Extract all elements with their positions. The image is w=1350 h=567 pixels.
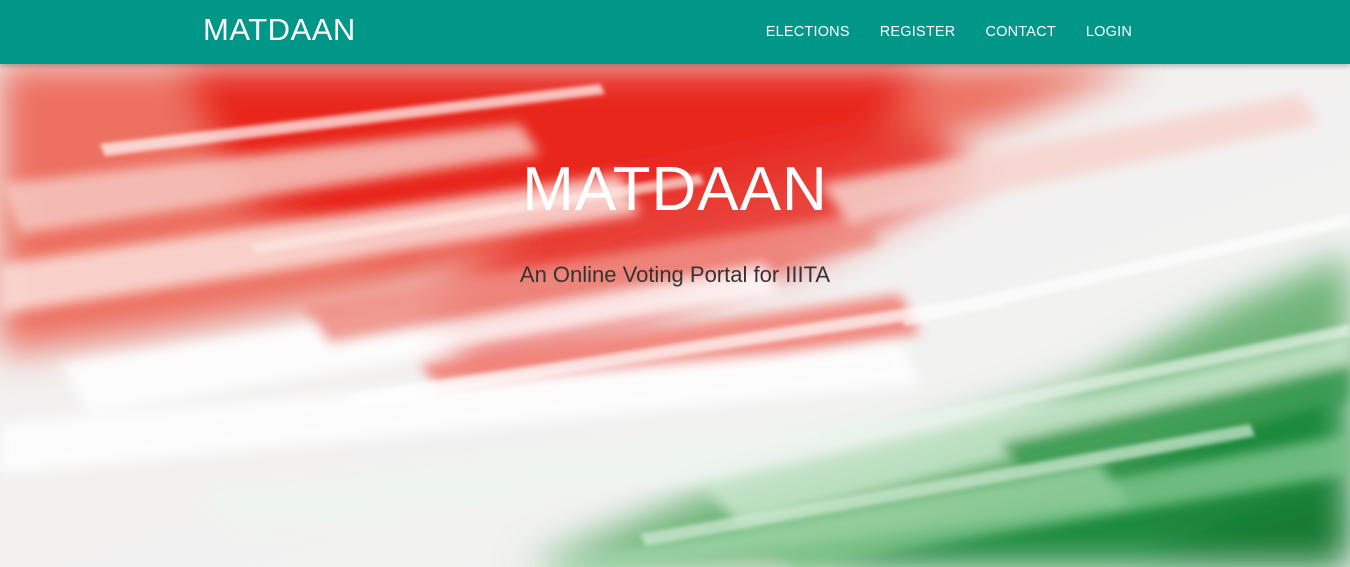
nav-link-register[interactable]: REGISTER bbox=[880, 24, 956, 40]
nav-item-contact: CONTACT bbox=[985, 23, 1055, 41]
hero-section: MATDAAN An Online Voting Portal for IIIT… bbox=[0, 64, 1350, 567]
nav-menu: ELECTIONS REGISTER CONTACT LOGIN bbox=[736, 0, 1132, 64]
hero-subtitle: An Online Voting Portal for IIITA bbox=[519, 262, 831, 287]
nav-link-login[interactable]: LOGIN bbox=[1086, 24, 1132, 40]
nav-link-contact[interactable]: CONTACT bbox=[985, 24, 1055, 40]
top-navbar: MATDAAN ELECTIONS REGISTER CONTACT LOGIN bbox=[0, 0, 1350, 64]
nav-item-register: REGISTER bbox=[880, 23, 956, 41]
nav-item-elections: ELECTIONS bbox=[766, 23, 850, 41]
brand-logo[interactable]: MATDAAN bbox=[203, 12, 356, 48]
nav-item-login: LOGIN bbox=[1086, 23, 1132, 41]
nav-link-elections[interactable]: ELECTIONS bbox=[766, 24, 850, 40]
hero-title: MATDAAN bbox=[522, 155, 828, 224]
tricolor-background-image bbox=[0, 64, 1350, 567]
